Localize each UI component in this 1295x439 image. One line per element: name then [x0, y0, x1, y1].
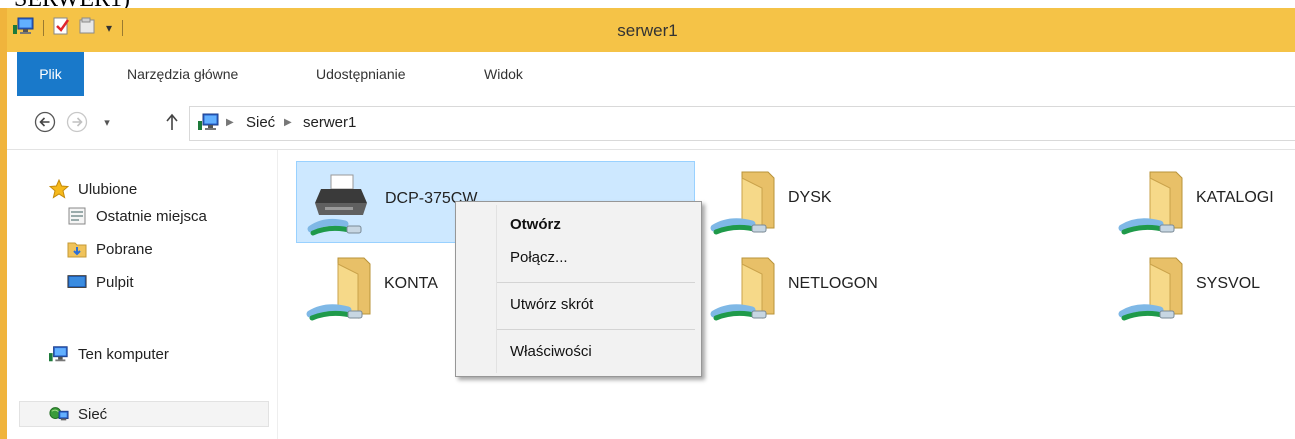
shared-folder-icon [1112, 252, 1192, 327]
sidebar-item-network[interactable]: Sieć [19, 401, 269, 427]
shared-printer-icon [301, 167, 381, 242]
recent-places-icon [67, 206, 87, 226]
item-tile-dysk[interactable]: DYSK [700, 161, 1097, 241]
ribbon-tabs: Plik Narzędzia główne Udostępnianie Wido… [7, 52, 1295, 97]
star-icon [49, 179, 69, 199]
tab-file[interactable]: Plik [17, 52, 84, 96]
item-label: KATALOGI [1196, 189, 1274, 206]
item-tile-netlogon[interactable]: NETLOGON [700, 247, 1097, 327]
sidebar-item-label: Ulubione [78, 180, 138, 198]
item-label: NETLOGON [788, 275, 878, 292]
sidebar-item-desktop[interactable]: Pulpit [67, 269, 134, 295]
sidebar-item-label: Ten komputer [78, 345, 169, 363]
downloads-folder-icon [67, 239, 87, 259]
breadcrumb-server[interactable]: serwer1 [303, 114, 356, 131]
sidebar-item-this-pc[interactable]: Ten komputer [49, 341, 169, 367]
context-menu-label: Utwórz skrót [510, 296, 594, 313]
window-title: serwer1 [617, 21, 678, 40]
item-tile-sysvol[interactable]: SYSVOL [1108, 247, 1295, 327]
shared-folder-icon [704, 252, 784, 327]
navigation-bar: ▾ ▶ Sieć ▶ serwer1 [7, 96, 1295, 150]
shared-folder-icon [704, 166, 784, 241]
sidebar-item-label: Sieć [78, 405, 108, 423]
sidebar-item-label: Pobrane [96, 240, 153, 258]
item-label: KONTA [384, 275, 438, 292]
shared-folder-icon [1112, 166, 1192, 241]
breadcrumb-network[interactable]: Sieć [246, 114, 275, 131]
item-label: DYSK [788, 189, 832, 206]
context-menu-label: Otwórz [510, 216, 561, 233]
item-tile-katalogi[interactable]: KATALOGI [1108, 161, 1295, 241]
up-button[interactable] [162, 110, 182, 134]
breadcrumb-separator-icon[interactable]: ▶ [284, 117, 292, 128]
tab-home[interactable]: Narzędzia główne [127, 52, 238, 96]
navigation-pane: Ulubione Ostatnie miejsca Pobrane Pulpit… [7, 150, 278, 439]
back-arrow-icon [34, 111, 56, 133]
tab-view[interactable]: Widok [484, 52, 523, 96]
context-menu-item-open[interactable]: Otwórz [456, 210, 701, 240]
sidebar-item-label: Pulpit [96, 273, 134, 291]
context-menu-label: Połącz... [510, 249, 568, 266]
sidebar-item-favorites[interactable]: Ulubione [49, 176, 137, 202]
context-menu-item-properties[interactable]: Właściwości [456, 337, 701, 367]
breadcrumb-separator-icon[interactable]: ▶ [226, 117, 234, 128]
sidebar-item-recent-places[interactable]: Ostatnie miejsca [67, 203, 207, 229]
up-arrow-icon [166, 113, 178, 130]
desktop-icon [67, 272, 87, 292]
recent-locations-dropdown[interactable]: ▾ [100, 111, 114, 133]
computer-icon [49, 344, 69, 364]
sidebar-item-label: Ostatnie miejsca [96, 207, 207, 225]
forward-arrow-icon [66, 111, 88, 133]
address-box[interactable]: ▶ Sieć ▶ serwer1 [189, 106, 1295, 141]
item-label: SYSVOL [1196, 275, 1261, 292]
network-icon [49, 404, 69, 424]
context-menu-label: Właściwości [510, 343, 592, 360]
context-menu-separator [497, 282, 695, 283]
context-menu-separator [497, 329, 695, 330]
shared-folder-icon [300, 252, 380, 327]
window-frame-left [0, 8, 7, 439]
context-menu-item-create-shortcut[interactable]: Utwórz skrót [456, 290, 701, 320]
back-button[interactable] [33, 110, 57, 134]
sidebar-item-downloads[interactable]: Pobrane [67, 236, 153, 262]
network-location-icon [198, 113, 220, 136]
context-menu-item-connect[interactable]: Połącz... [456, 243, 701, 273]
forward-button[interactable] [65, 110, 89, 134]
context-menu: Otwórz Połącz... Utwórz skrót Właściwośc… [455, 201, 702, 377]
tab-share[interactable]: Udostępnianie [316, 52, 406, 96]
